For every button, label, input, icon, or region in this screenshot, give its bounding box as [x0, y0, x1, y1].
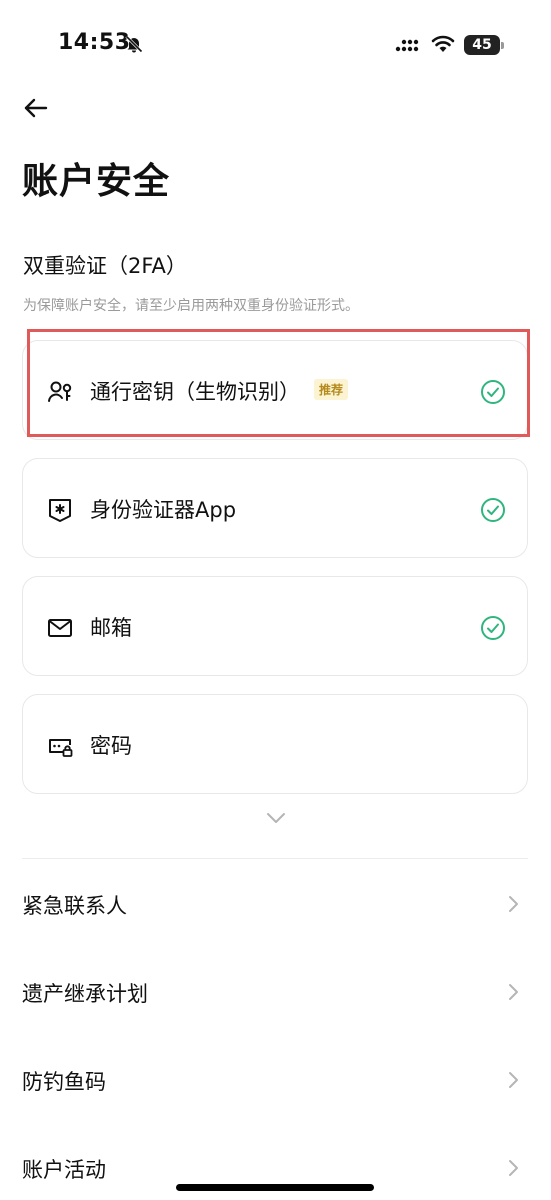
menu-item-label: 紧急联系人: [22, 894, 127, 918]
password-icon: [49, 739, 73, 757]
twofa-section-description: 为保障账户安全，请至少启用两种双重身份验证形式。: [23, 298, 359, 314]
chevron-right-icon: [509, 1160, 518, 1176]
twofa-item-label: 密码: [90, 734, 132, 758]
menu-item-label: 防钓鱼码: [22, 1070, 106, 1094]
battery-indicator: 45: [464, 35, 504, 55]
menu-item-inheritance-plan[interactable]: 遗产继承计划: [22, 962, 528, 1022]
chevron-right-icon: [509, 984, 518, 1000]
twofa-item-authenticator[interactable]: 身份验证器App: [22, 458, 528, 558]
twofa-item-label: 身份验证器App: [90, 498, 237, 522]
menu-item-anti-phishing-code[interactable]: 防钓鱼码: [22, 1050, 528, 1110]
bell-muted-icon: [125, 35, 143, 53]
signal-icon: [395, 39, 419, 52]
mail-icon: [48, 619, 72, 637]
menu-item-label: 遗产继承计划: [22, 982, 148, 1006]
battery-level: 45: [472, 37, 492, 53]
status-bar: 14:53 45: [0, 0, 551, 90]
back-arrow-icon[interactable]: [20, 92, 52, 124]
home-indicator[interactable]: [176, 1184, 374, 1191]
twofa-section-title: 双重验证（2FA）: [23, 254, 187, 278]
check-circle-icon: [481, 498, 505, 522]
chevron-right-icon: [509, 896, 518, 912]
section-divider: [22, 858, 528, 859]
wifi-icon: [431, 35, 455, 52]
highlight-annotation-box: [27, 329, 530, 437]
menu-item-label: 账户活动: [22, 1158, 106, 1182]
check-circle-icon: [481, 616, 505, 640]
menu-item-emergency-contact[interactable]: 紧急联系人: [22, 874, 528, 934]
twofa-item-password[interactable]: 密码: [22, 694, 528, 794]
twofa-item-label: 邮箱: [90, 616, 132, 640]
chevron-right-icon: [509, 1072, 518, 1088]
battery-cap: [501, 42, 504, 49]
authenticator-icon: [49, 499, 71, 522]
twofa-item-email[interactable]: 邮箱: [22, 576, 528, 676]
status-time: 14:53: [58, 30, 131, 55]
page-title: 账户安全: [22, 161, 171, 202]
expand-chevron-icon[interactable]: [263, 808, 289, 828]
